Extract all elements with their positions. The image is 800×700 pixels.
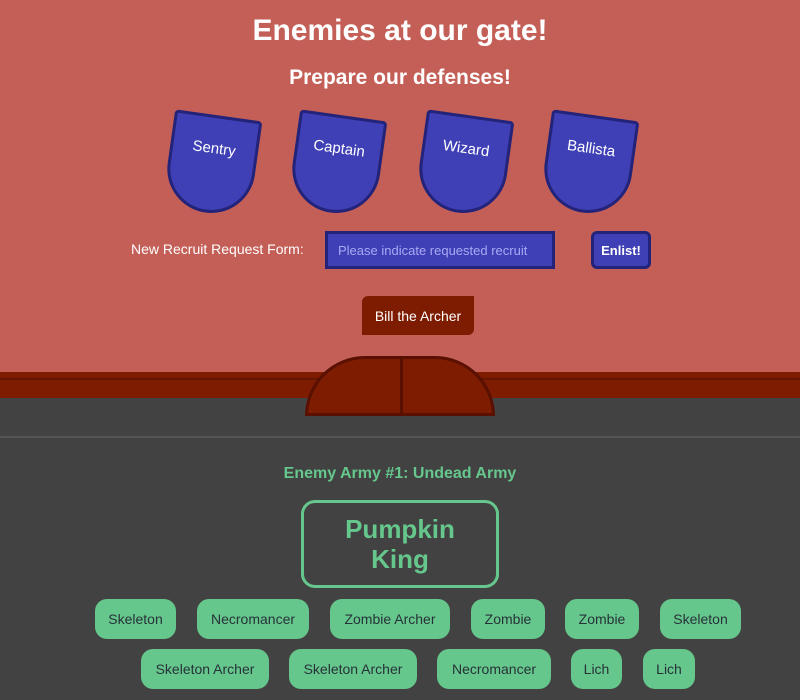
enemy-unit: Skeleton Archer (141, 649, 269, 689)
castle-area: Enemies at our gate! Prepare our defense… (0, 0, 800, 416)
enemy-boss-name: Pumpkin King (345, 514, 455, 574)
recruit-archer-button[interactable]: Bill the Archer (362, 296, 474, 335)
enlist-button[interactable]: Enlist! (591, 231, 651, 269)
enemy-unit: Skeleton (95, 599, 176, 639)
enemy-unit: Zombie (471, 599, 545, 639)
enemy-unit: Skeleton Archer (289, 649, 417, 689)
enemy-army-title: Enemy Army #1: Undead Army (283, 465, 517, 482)
enemy-unit: Necromancer (437, 649, 551, 689)
defender-label: Captain (312, 136, 366, 161)
recruit-form-label: New Recruit Request Form: (131, 241, 304, 257)
defender-shield-captain[interactable]: Captain (286, 109, 388, 219)
enemy-unit: Zombie Archer (330, 599, 450, 639)
castle-gate (305, 356, 495, 416)
defender-shield-sentry[interactable]: Sentry (161, 109, 263, 219)
enemy-unit: Necromancer (197, 599, 309, 639)
recruit-request-input[interactable] (325, 231, 555, 269)
defender-shield-wizard[interactable]: Wizard (413, 109, 515, 219)
section-divider (0, 436, 800, 438)
page-title: Enemies at our gate! (252, 14, 548, 47)
enemy-unit: Lich (643, 649, 695, 689)
castle-gate-split (400, 359, 403, 413)
defender-label: Sentry (191, 137, 237, 161)
defender-label: Ballista (566, 136, 617, 161)
defender-shield-ballista[interactable]: Ballista (538, 109, 640, 219)
page-subtitle: Prepare our defenses! (289, 66, 511, 89)
enemy-boss: Pumpkin King (301, 500, 499, 588)
enemy-unit: Lich (571, 649, 622, 689)
enemy-unit: Skeleton (660, 599, 741, 639)
enemy-unit: Zombie (565, 599, 639, 639)
defender-label: Wizard (441, 136, 491, 161)
